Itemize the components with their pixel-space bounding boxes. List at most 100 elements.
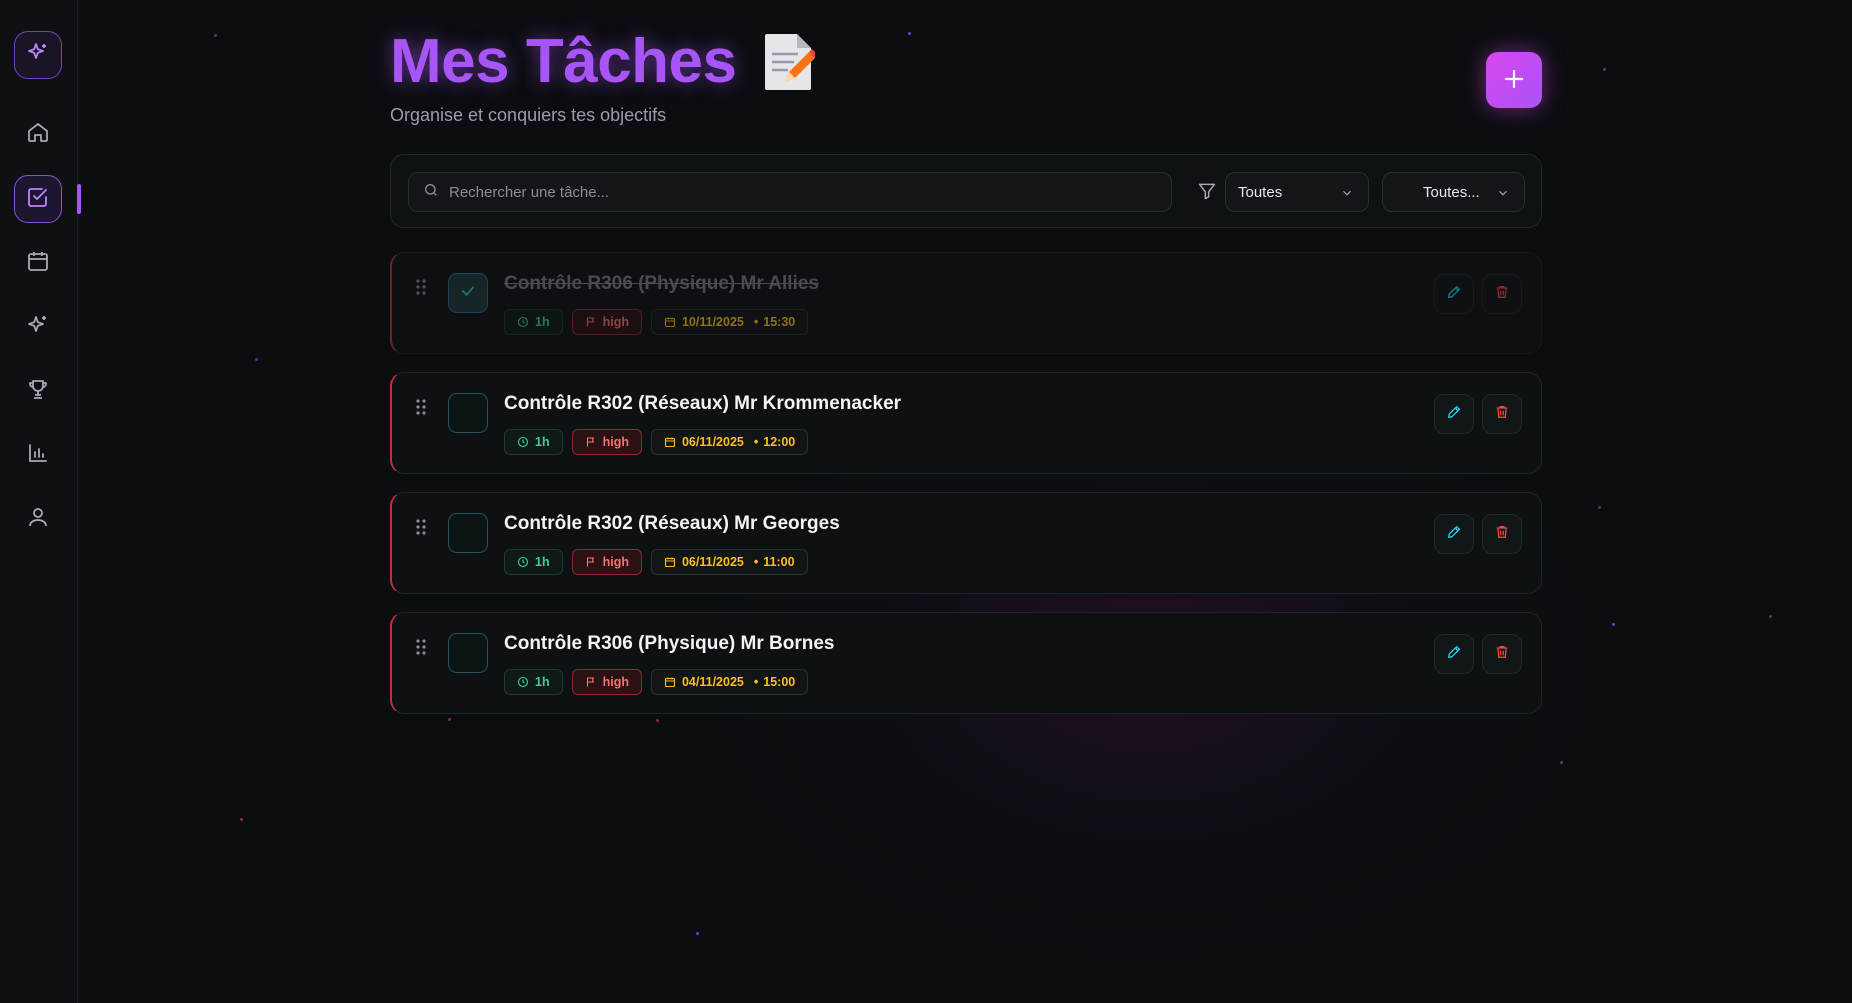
clock-icon: [517, 676, 529, 688]
priority-select-value: Toutes...: [1423, 183, 1480, 201]
sidebar-item-profile[interactable]: [14, 495, 62, 543]
check-icon: [459, 282, 477, 305]
calendar-icon: [26, 249, 50, 278]
date-badge: 10/11/2025 • 15:30: [650, 309, 809, 335]
date-badge: 06/11/2025 • 12:00: [650, 429, 809, 455]
task-title: Contrôle R306 (Physique) Mr Allies: [504, 273, 819, 294]
pencil-icon: [1446, 524, 1462, 545]
search-placeholder: Rechercher une tâche...: [449, 183, 610, 201]
edit-button[interactable]: [1434, 394, 1474, 434]
background-star: [1612, 623, 1615, 626]
date-value: 04/11/2025: [681, 675, 744, 689]
drag-handle-icon[interactable]: [416, 639, 426, 655]
clock-icon: [517, 436, 529, 448]
add-task-button[interactable]: [1486, 52, 1542, 108]
edit-button[interactable]: [1434, 274, 1474, 314]
delete-button[interactable]: [1482, 274, 1522, 314]
duration-badge: 1h: [504, 549, 563, 575]
sidebar-item-calendar[interactable]: [14, 239, 62, 287]
priority-value: high: [602, 555, 629, 569]
task-checkbox[interactable]: [448, 513, 488, 553]
clock-icon: [517, 556, 529, 568]
task-card[interactable]: Contrôle R306 (Physique) Mr Bornes 1h hi…: [390, 612, 1542, 714]
date-badge: 04/11/2025 • 15:00: [650, 669, 809, 695]
trophy-icon: [26, 377, 50, 406]
background-star: [214, 34, 217, 37]
flag-icon: [586, 437, 594, 447]
separator-dot: •: [753, 675, 759, 689]
status-select-value: Toutes: [1238, 183, 1283, 201]
time-value: 15:00: [763, 675, 796, 689]
bar-chart-icon: [26, 441, 50, 470]
sidebar-item-ai[interactable]: [14, 303, 62, 351]
duration-value: 1h: [535, 435, 550, 449]
edit-button[interactable]: [1434, 634, 1474, 674]
date-value: 06/11/2025: [681, 435, 744, 449]
task-card[interactable]: Contrôle R302 (Réseaux) Mr Krommenacker …: [390, 372, 1542, 474]
priority-select[interactable]: Toutes...: [1382, 172, 1525, 212]
task-checkbox[interactable]: [448, 633, 488, 673]
delete-button[interactable]: [1482, 634, 1522, 674]
filter-icon: [1197, 181, 1217, 201]
sparkles-icon: [26, 313, 50, 342]
background-star: [1769, 615, 1772, 618]
duration-value: 1h: [535, 675, 550, 689]
sidebar-item-trophies[interactable]: [14, 367, 62, 415]
pencil-icon: [1446, 284, 1462, 305]
duration-value: 1h: [535, 315, 550, 329]
duration-badge: 1h: [504, 309, 563, 335]
task-checkbox[interactable]: [448, 393, 488, 433]
task-tags: 1h high 06/11/2025 • 11:00: [504, 549, 808, 575]
background-star: [448, 718, 451, 721]
task-tags: 1h high 06/11/2025 • 12:00: [504, 429, 809, 455]
date-value: 06/11/2025: [681, 555, 744, 569]
status-select[interactable]: Toutes: [1225, 172, 1369, 212]
calendar-icon: [664, 437, 676, 448]
user-icon: [26, 505, 50, 534]
trash-icon: [1494, 404, 1510, 425]
sidebar: [0, 0, 81, 1003]
sidebar-item-home[interactable]: [14, 110, 62, 158]
duration-badge: 1h: [504, 429, 563, 455]
separator-dot: •: [753, 555, 759, 569]
trash-icon: [1494, 644, 1510, 665]
sidebar-item-stats[interactable]: [14, 431, 62, 479]
task-title: Contrôle R302 (Réseaux) Mr Georges: [504, 513, 840, 534]
time-value: 12:00: [763, 435, 796, 449]
background-star: [656, 719, 659, 722]
active-indicator: [77, 184, 81, 214]
delete-button[interactable]: [1482, 394, 1522, 434]
priority-badge: high: [571, 669, 642, 695]
date-value: 10/11/2025: [681, 315, 744, 329]
header: Mes Tâches: [390, 26, 818, 97]
priority-value: high: [602, 435, 629, 449]
duration-badge: 1h: [504, 669, 563, 695]
background-star: [696, 932, 699, 935]
drag-handle-icon[interactable]: [416, 279, 426, 295]
priority-badge: high: [571, 429, 642, 455]
sidebar-item-tasks[interactable]: [14, 175, 62, 223]
home-icon: [26, 120, 50, 149]
task-card[interactable]: Contrôle R302 (Réseaux) Mr Georges 1h hi…: [390, 492, 1542, 594]
clock-icon: [517, 316, 529, 328]
filter-bar: Rechercher une tâche... Toutes Toutes...: [390, 154, 1542, 228]
drag-handle-icon[interactable]: [416, 399, 426, 415]
edit-button[interactable]: [1434, 514, 1474, 554]
background-star: [255, 358, 258, 361]
background-star: [1598, 506, 1601, 509]
task-card[interactable]: Contrôle R306 (Physique) Mr Allies 1h hi…: [390, 252, 1542, 354]
pencil-icon: [1446, 644, 1462, 665]
checkbox-icon: [26, 185, 50, 214]
task-title: Contrôle R306 (Physique) Mr Bornes: [504, 633, 835, 654]
search-input[interactable]: Rechercher une tâche...: [408, 172, 1172, 212]
time-value: 15:30: [763, 315, 796, 329]
sidebar-logo-button[interactable]: [14, 31, 62, 79]
delete-button[interactable]: [1482, 514, 1522, 554]
search-icon: [423, 182, 449, 202]
task-checkbox[interactable]: [448, 273, 488, 313]
task-tags: 1h high 10/11/2025 • 15:30: [504, 309, 809, 335]
drag-handle-icon[interactable]: [416, 519, 426, 535]
page-subtitle: Organise et conquiers tes objectifs: [390, 105, 667, 125]
task-title: Contrôle R302 (Réseaux) Mr Krommenacker: [504, 393, 902, 414]
flag-icon: [586, 677, 594, 687]
